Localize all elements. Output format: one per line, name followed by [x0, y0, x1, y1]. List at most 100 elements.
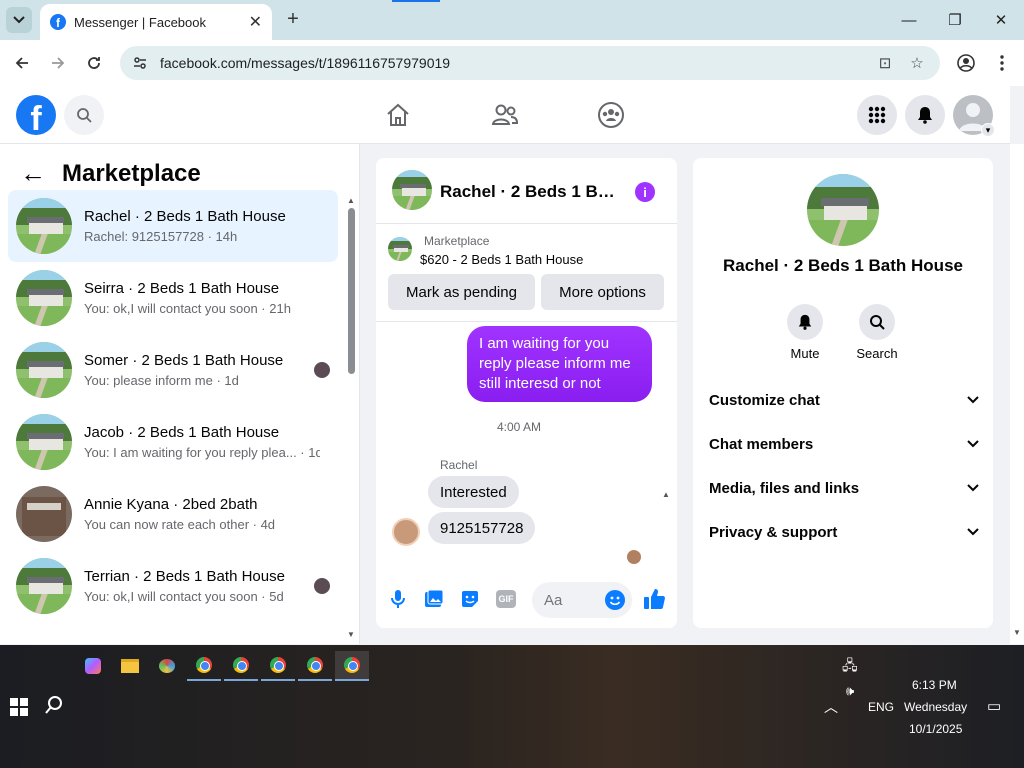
- restore-button[interactable]: ❐: [932, 0, 978, 40]
- received-message[interactable]: Interested: [428, 476, 519, 508]
- marketplace-listing-bar: Marketplace $620 - 2 Beds 1 Bath House M…: [376, 224, 677, 322]
- install-app-icon[interactable]: ⊡: [874, 54, 896, 72]
- chrome-taskbar-icon[interactable]: [298, 651, 332, 681]
- scroll-up-icon[interactable]: ▲: [662, 490, 670, 499]
- chrome-taskbar-icon[interactable]: [224, 651, 258, 681]
- back-arrow-icon[interactable]: ←: [20, 158, 46, 189]
- chat-avatar: [16, 558, 72, 614]
- sent-message[interactable]: I am waiting for you reply please inform…: [467, 326, 652, 402]
- received-message[interactable]: 9125157728: [428, 512, 536, 544]
- chat-preview: You: please inform me · 1d: [84, 373, 239, 388]
- browser-tab-messenger[interactable]: f Messenger | Facebook ✕: [40, 4, 272, 40]
- chat-preview: Rachel: 9125157728 · 14h: [84, 229, 238, 244]
- scroll-down-icon[interactable]: ▼: [1013, 628, 1021, 637]
- chat-info-avatar[interactable]: [807, 174, 879, 246]
- facebook-favicon-icon: f: [50, 14, 66, 30]
- chrome-taskbar-icon[interactable]: [335, 651, 369, 681]
- chat-text: Terrian · 2 Beds 1 Bath House You: ok,I w…: [84, 568, 320, 604]
- chrome-taskbar-icon[interactable]: [187, 651, 221, 681]
- friends-nav-button[interactable]: [490, 100, 520, 130]
- clock-date[interactable]: 10/1/2025: [909, 722, 962, 736]
- tab-search-button[interactable]: [6, 7, 32, 33]
- paint-icon[interactable]: [150, 651, 184, 681]
- reload-button[interactable]: [81, 50, 107, 76]
- scroll-down-icon[interactable]: ▼: [347, 630, 355, 639]
- photo-icon[interactable]: [423, 588, 445, 610]
- microphone-icon[interactable]: [387, 588, 409, 610]
- show-hidden-icons-chevron-icon[interactable]: ︿: [824, 697, 838, 717]
- chat-name: Somer · 2 Beds 1 Bath House: [84, 352, 284, 369]
- chat-list-item[interactable]: Seirra · 2 Beds 1 Bath House You: ok,I wi…: [8, 262, 338, 334]
- sticker-icon[interactable]: [459, 588, 481, 610]
- chat-list-item[interactable]: Annie Kyana · 2bed 2bath You can now rate…: [8, 478, 338, 550]
- more-options-button[interactable]: More options: [541, 274, 664, 310]
- message-thread: I am waiting for you reply please inform…: [376, 324, 677, 568]
- chat-list-item[interactable]: Somer · 2 Beds 1 Bath House You: please i…: [8, 334, 338, 406]
- account-avatar[interactable]: ▾: [953, 95, 995, 137]
- clock-day[interactable]: Wednesday: [904, 700, 967, 714]
- browser-menu-button[interactable]: [989, 50, 1015, 76]
- privacy-support-section[interactable]: Privacy & support: [709, 514, 979, 550]
- like-icon[interactable]: [643, 588, 665, 610]
- sender-avatar[interactable]: [392, 518, 420, 546]
- account-chevron-icon[interactable]: ▾: [981, 123, 995, 137]
- chat-name: Annie Kyana · 2bed 2bath: [84, 496, 258, 513]
- taskbar-search-icon[interactable]: [44, 695, 66, 717]
- chat-avatar: [16, 486, 72, 542]
- notifications-button[interactable]: [905, 95, 945, 135]
- home-nav-button[interactable]: [383, 100, 413, 130]
- clock-time[interactable]: 6:13 PM: [912, 678, 957, 692]
- info-icon[interactable]: i: [635, 182, 655, 202]
- chat-list-scrollbar[interactable]: ▲ ▼: [346, 196, 356, 639]
- marketplace-label: Marketplace: [424, 234, 490, 248]
- search-conversation-button[interactable]: Search: [849, 304, 905, 361]
- groups-nav-button[interactable]: [596, 100, 626, 130]
- copilot-icon[interactable]: [76, 651, 110, 681]
- chat-members-section[interactable]: Chat members: [709, 426, 979, 462]
- bookmark-star-icon[interactable]: ☆: [906, 54, 928, 72]
- url-text[interactable]: facebook.com/messages/t/1896116757979019: [160, 55, 864, 71]
- forward-button[interactable]: [45, 50, 71, 76]
- page-scrollbar[interactable]: ▼: [1010, 144, 1024, 644]
- search-icon: [870, 315, 885, 330]
- customize-chat-section[interactable]: Customize chat: [709, 382, 979, 418]
- windows-start-icon[interactable]: [10, 698, 28, 716]
- facebook-search-button[interactable]: [64, 95, 104, 135]
- reload-icon: [88, 57, 100, 69]
- facebook-logo-icon[interactable]: f: [16, 95, 56, 135]
- notification-center-icon[interactable]: ▭: [987, 697, 1001, 715]
- language-indicator[interactable]: ENG: [868, 700, 894, 714]
- scroll-up-icon[interactable]: ▲: [347, 196, 355, 205]
- new-tab-button[interactable]: +: [282, 8, 304, 30]
- chrome-taskbar-icon[interactable]: [261, 651, 295, 681]
- scrollbar-thumb[interactable]: [348, 208, 355, 374]
- minimize-button[interactable]: —: [886, 0, 932, 40]
- profile-button[interactable]: [953, 50, 979, 76]
- conversation-avatar[interactable]: [392, 170, 432, 210]
- mark-as-pending-button[interactable]: Mark as pending: [388, 274, 535, 310]
- network-icon[interactable]: 🖧: [842, 655, 858, 679]
- friends-icon: [491, 104, 519, 125]
- chat-list-item[interactable]: Terrian · 2 Beds 1 Bath House You: ok,I w…: [8, 550, 338, 622]
- gif-icon[interactable]: GIF: [495, 588, 517, 610]
- address-bar[interactable]: facebook.com/messages/t/1896116757979019…: [120, 46, 940, 80]
- conversation-title[interactable]: Rachel · 2 Beds 1 Bath House: [440, 182, 618, 202]
- chat-list-item[interactable]: Jacob · 2 Beds 1 Bath House You: I am wai…: [8, 406, 338, 478]
- file-explorer-icon[interactable]: [113, 651, 147, 681]
- mute-button[interactable]: Mute: [777, 304, 833, 361]
- menu-button[interactable]: [857, 95, 897, 135]
- site-settings-icon[interactable]: [132, 55, 148, 71]
- emoji-icon[interactable]: [605, 590, 625, 610]
- chat-list-item[interactable]: Rachel · 2 Beds 1 Bath House Rachel: 9125…: [8, 190, 338, 262]
- volume-icon[interactable]: 🕪: [846, 683, 854, 699]
- listing-thumbnail[interactable]: [388, 237, 412, 261]
- media-files-links-section[interactable]: Media, files and links: [709, 470, 979, 506]
- seen-avatar: [314, 362, 330, 378]
- section-label: Media, files and links: [709, 479, 860, 497]
- close-window-button[interactable]: ✕: [978, 0, 1024, 40]
- tab-close-icon[interactable]: ✕: [249, 12, 262, 32]
- sender-name: Rachel: [440, 458, 478, 472]
- back-button[interactable]: [9, 50, 35, 76]
- chat-text: Jacob · 2 Beds 1 Bath House You: I am wai…: [84, 424, 320, 460]
- listing-title[interactable]: $620 - 2 Beds 1 Bath House: [420, 252, 583, 267]
